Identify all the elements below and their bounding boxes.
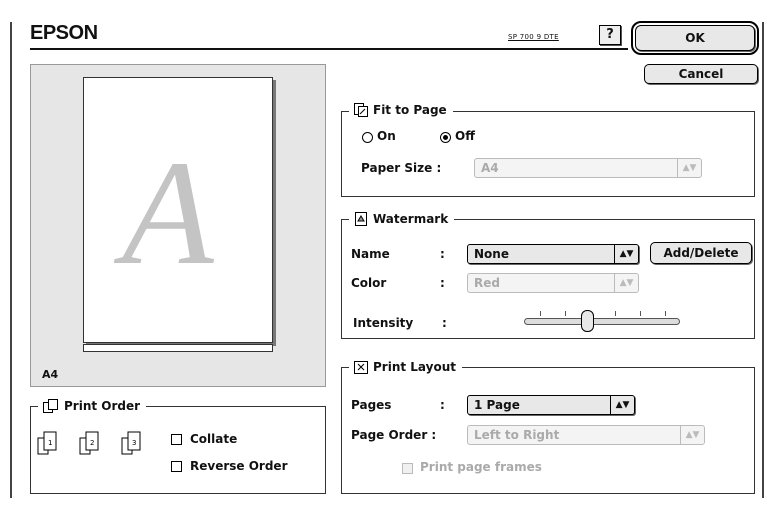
svg-text:2: 2 xyxy=(90,439,94,447)
watermark-name-value: None xyxy=(474,247,509,261)
fit-on-label: On xyxy=(377,129,396,143)
fit-on-radio[interactable] xyxy=(362,132,373,143)
fit-to-page-label: Fit to Page xyxy=(373,103,447,117)
collate-label: Collate xyxy=(190,432,238,446)
fit-off-radio[interactable] xyxy=(440,132,451,143)
preview-page-edge xyxy=(83,344,273,352)
watermark-color-select[interactable]: Red ▲▼ xyxy=(467,273,639,293)
print-order-title: Print Order xyxy=(38,396,147,416)
intensity-slider-thumb[interactable] xyxy=(581,310,595,332)
fit-to-page-title: Fit to Page xyxy=(349,100,453,120)
chevron-updown-icon: ▲▼ xyxy=(614,274,638,292)
chevron-updown-icon: ▲▼ xyxy=(610,396,634,414)
collate-checkbox[interactable] xyxy=(171,434,182,445)
slider-tick xyxy=(615,311,616,316)
intensity-slider[interactable] xyxy=(524,318,680,325)
cancel-button[interactable]: Cancel xyxy=(644,64,758,84)
svg-text:1: 1 xyxy=(48,439,52,447)
fit-to-page-icon xyxy=(354,103,368,117)
pages-value: 1 Page xyxy=(474,398,520,412)
watermark-icon xyxy=(355,212,367,226)
print-frames-checkbox[interactable] xyxy=(402,463,413,474)
watermark-color-colon: : xyxy=(440,276,445,290)
help-icon[interactable]: ? xyxy=(599,25,621,45)
printer-model-label: SP 700 9 DTE xyxy=(508,33,559,41)
header-divider xyxy=(30,48,628,50)
slider-tick xyxy=(665,311,666,316)
intensity-label: Intensity xyxy=(353,316,414,330)
print-order-icon xyxy=(43,399,58,413)
brand-logo: EPSON xyxy=(30,22,98,44)
fit-off-label: Off xyxy=(455,129,475,143)
dialog-right-border xyxy=(762,22,764,498)
watermark-label: Watermark xyxy=(373,212,449,226)
watermark-color-label: Color xyxy=(351,276,387,290)
print-order-label: Print Order xyxy=(64,399,141,413)
print-layout-title: Print Layout xyxy=(349,357,463,377)
watermark-name-colon: : xyxy=(440,247,445,261)
print-options-dialog: EPSON SP 700 9 DTE ? OK Cancel A A4 Fit … xyxy=(0,0,773,509)
print-frames-label: Print page frames xyxy=(420,460,542,474)
reverse-order-checkbox[interactable] xyxy=(171,461,182,472)
add-delete-button[interactable]: Add/Delete xyxy=(650,242,752,264)
pages-colon: : xyxy=(440,398,445,412)
paper-size-value: A4 xyxy=(481,161,499,175)
reverse-order-label: Reverse Order xyxy=(190,459,288,473)
chevron-updown-icon: ▲▼ xyxy=(677,159,701,177)
chevron-updown-icon: ▲▼ xyxy=(680,426,704,444)
ok-button[interactable]: OK xyxy=(631,21,759,55)
intensity-colon: : xyxy=(442,316,447,330)
page-order-select[interactable]: Left to Right ▲▼ xyxy=(467,425,705,445)
paper-size-label: Paper Size : xyxy=(361,161,442,175)
page-order-label: Page Order : xyxy=(351,428,437,442)
paper-size-select[interactable]: A4 ▲▼ xyxy=(474,158,702,178)
pages-label: Pages xyxy=(351,398,392,412)
preview-page-letter: A xyxy=(122,130,214,296)
page-order-value: Left to Right xyxy=(474,428,560,442)
watermark-name-select[interactable]: None ▲▼ xyxy=(467,244,639,264)
slider-tick xyxy=(540,311,541,316)
svg-text:3: 3 xyxy=(132,439,136,447)
fit-to-page-group xyxy=(341,111,755,197)
preview-paper-size: A4 xyxy=(42,368,59,381)
chevron-updown-icon: ▲▼ xyxy=(614,245,638,263)
collate-pages-icon: 1 2 3 xyxy=(37,431,141,455)
slider-tick xyxy=(640,311,641,316)
watermark-title: Watermark xyxy=(349,209,455,229)
watermark-name-label: Name xyxy=(351,247,390,261)
print-layout-label: Print Layout xyxy=(373,360,457,374)
watermark-color-value: Red xyxy=(474,276,500,290)
pages-select[interactable]: 1 Page ▲▼ xyxy=(467,395,635,415)
print-layout-icon xyxy=(354,361,368,374)
slider-tick xyxy=(565,311,566,316)
dialog-left-border xyxy=(10,22,12,498)
